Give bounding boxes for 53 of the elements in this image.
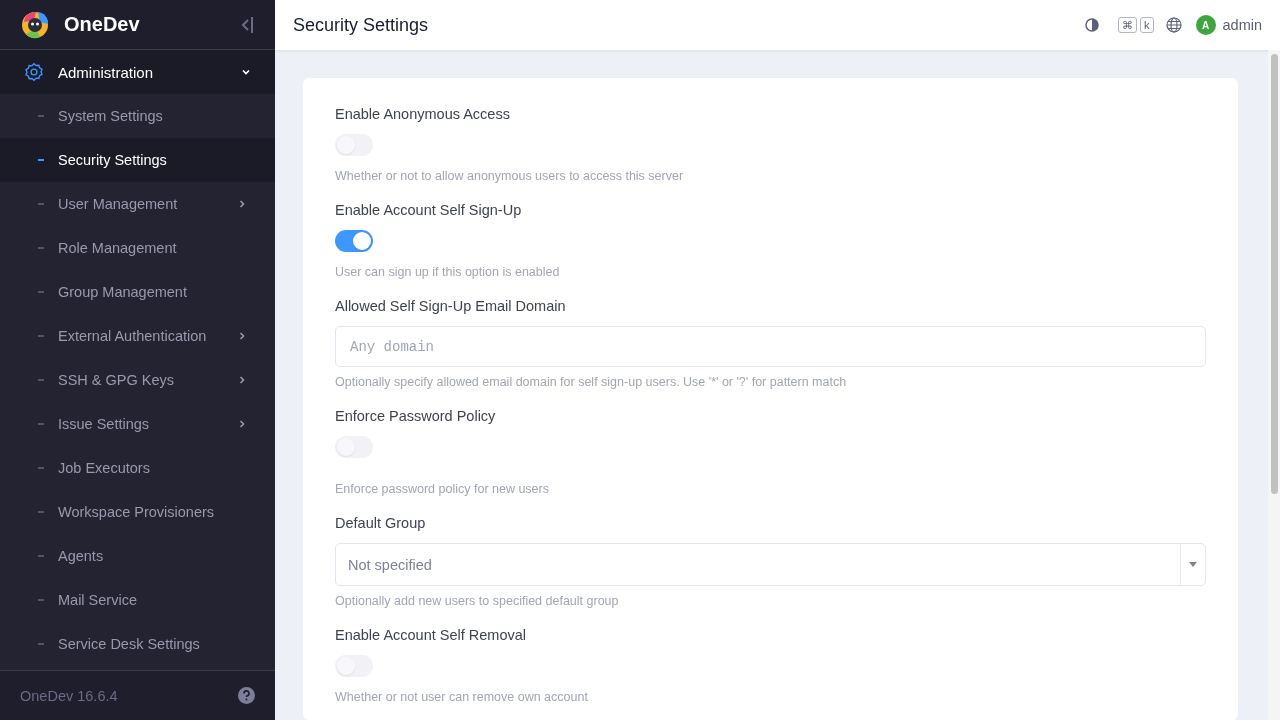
sidebar-item[interactable]: Mail Service xyxy=(0,578,275,622)
sidebar-item[interactable]: User Management xyxy=(0,182,275,226)
section-label: Administration xyxy=(58,63,155,81)
globe-icon[interactable] xyxy=(1165,17,1182,33)
sidebar-item[interactable]: Security Settings xyxy=(0,138,275,182)
sidebar-item[interactable]: SSH & GPG Keys xyxy=(0,358,275,402)
user-avatar[interactable]: A xyxy=(1195,15,1216,35)
help-text: Optionally specify allowed email domain for self sign-up users. Use '*' or '?' for pattern match xyxy=(335,375,848,389)
toggle-switch[interactable] xyxy=(335,436,373,458)
chevron-down-icon xyxy=(241,67,251,77)
group-select[interactable]: Not specified xyxy=(335,543,1206,586)
email-domain-field[interactable]: Any domain xyxy=(335,326,1206,367)
help-text: Optionally add new users to specified default group xyxy=(335,594,620,608)
chevron-right-icon xyxy=(237,375,247,385)
sidebar-item[interactable]: Group Management xyxy=(0,270,275,314)
user-name[interactable]: admin xyxy=(1222,17,1262,33)
help-text: Whether or not user can remove own account xyxy=(335,690,589,704)
help-text: User can sign up if this option is enabled xyxy=(335,265,561,279)
field-label: Enable Account Self Removal xyxy=(335,627,528,643)
sidebar-item[interactable]: System Settings xyxy=(0,94,275,138)
sidebar-item[interactable]: Agents xyxy=(0,534,275,578)
field-label: Allowed Self Sign-Up Email Domain xyxy=(335,298,567,314)
brand-name: OneDev xyxy=(64,13,141,36)
field-label: Enable Anonymous Access xyxy=(335,106,511,122)
field-label: Enforce Password Policy xyxy=(335,408,497,424)
help-icon[interactable] xyxy=(238,687,255,704)
help-text: Enforce password policy for new users xyxy=(335,482,550,496)
toggle-switch[interactable] xyxy=(335,655,373,677)
sidebar-item[interactable]: Workspace Provisioners xyxy=(0,490,275,534)
sidebar-item[interactable]: Issue Settings xyxy=(0,402,275,446)
help-text: Whether or not to allow anonymous users to access this server xyxy=(335,169,685,183)
toggle-switch[interactable] xyxy=(335,230,373,252)
logo-icon xyxy=(20,9,50,40)
scrollbar-thumb[interactable] xyxy=(1270,54,1278,494)
field-label: Enable Account Self Sign-Up xyxy=(335,202,523,218)
keyboard-key: ⌘ xyxy=(1118,17,1137,33)
collapse-sidebar-icon[interactable] xyxy=(239,14,255,35)
gear-icon xyxy=(24,62,44,82)
sidebar-item[interactable]: Job Executors xyxy=(0,446,275,490)
page-title: Security Settings xyxy=(293,14,430,36)
sidebar-item[interactable]: Role Management xyxy=(0,226,275,270)
sidebar-item[interactable]: Service Desk Settings xyxy=(0,622,275,666)
theme-toggle-icon[interactable] xyxy=(1085,18,1099,32)
toggle-switch[interactable] xyxy=(335,134,373,156)
menu-section[interactable]: Administration xyxy=(0,50,275,94)
chevron-right-icon xyxy=(237,419,247,429)
sidebar-item[interactable]: External Authentication xyxy=(0,314,275,358)
chevron-right-icon xyxy=(237,331,247,341)
caret-icon xyxy=(1189,562,1197,567)
version-text: OneDev 16.6.4 xyxy=(20,687,119,704)
field-label: Default Group xyxy=(335,515,427,531)
chevron-right-icon xyxy=(237,199,247,209)
keyboard-key: k xyxy=(1140,17,1154,33)
